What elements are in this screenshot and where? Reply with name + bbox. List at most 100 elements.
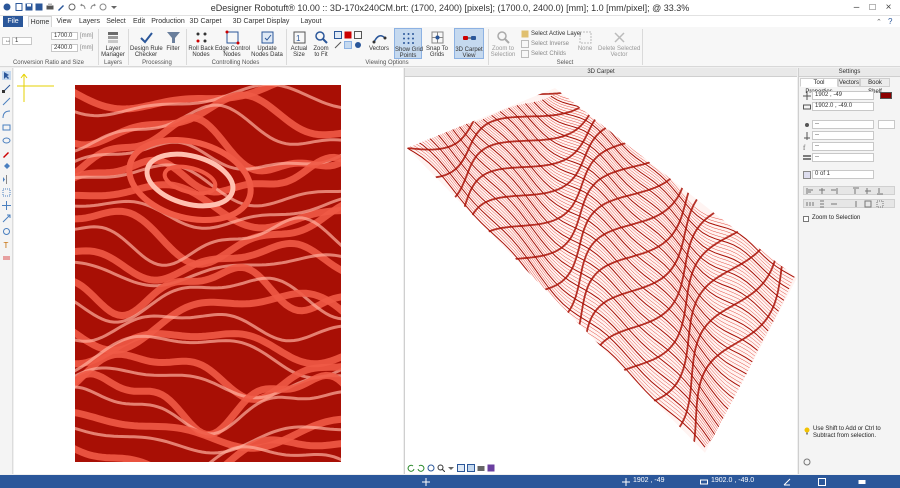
color-swatch[interactable] (880, 92, 892, 99)
3d-carpet-render[interactable] (405, 78, 798, 463)
zoom-to-selection-checkbox[interactable] (803, 216, 809, 222)
align-top-icon[interactable] (852, 187, 860, 195)
3d-carpet-view[interactable]: 3D Carpet (404, 68, 797, 474)
maximize-button[interactable]: □ (867, 2, 878, 13)
view-reset-icon[interactable] (467, 464, 475, 472)
transform-tool-icon[interactable] (2, 188, 11, 197)
tab-production[interactable]: Production (151, 16, 185, 27)
tab-layers[interactable]: Layers (77, 16, 102, 27)
curve-tool-icon[interactable] (2, 110, 11, 119)
rotate-left-icon[interactable] (407, 464, 415, 472)
position-mm-field[interactable]: 1902.0 , -49.0 (812, 102, 874, 111)
camera-icon[interactable] (477, 464, 485, 472)
rotate-tool-icon[interactable] (2, 227, 11, 236)
roll-back-nodes-button[interactable]: Roll Back Nodes (188, 28, 214, 59)
actual-size-button[interactable]: 1 Actual Size (288, 28, 310, 59)
ratio-icon-field[interactable]: ↔ (2, 37, 11, 45)
select-none-button[interactable]: None (575, 28, 595, 59)
property-field-4[interactable]: -- (812, 153, 874, 162)
zoom-icon[interactable] (437, 464, 446, 473)
pointer-status-icon (422, 478, 430, 488)
help-icon[interactable]: ? (888, 17, 892, 26)
ellipse-tool-icon[interactable] (2, 136, 11, 145)
snap-to-grids-button[interactable]: Snap To Grids (424, 28, 450, 59)
fill-tool-icon[interactable] (2, 162, 11, 171)
property-field-1[interactable]: -- (812, 120, 874, 129)
ungroup-icon[interactable] (876, 200, 884, 208)
align-middle-icon[interactable] (864, 187, 872, 195)
view-mode-4-icon[interactable] (334, 41, 342, 49)
vectors-button[interactable]: Vectors (367, 28, 391, 59)
edge-nodes-icon (225, 30, 239, 45)
align-bottom-icon[interactable] (876, 187, 884, 195)
eraser-tool-icon[interactable] (2, 253, 11, 262)
item-index-field[interactable]: 0 of 1 (812, 170, 874, 179)
mirror-tool-icon[interactable] (2, 175, 11, 184)
show-grid-points-button[interactable]: Show Grid Points (394, 28, 423, 59)
ratio-input[interactable]: 1 (12, 37, 32, 45)
group-icon[interactable] (864, 200, 872, 208)
refresh-view-icon[interactable] (427, 464, 435, 472)
distribute-h-icon[interactable] (806, 200, 814, 208)
tab-file[interactable]: File (3, 16, 23, 27)
tab-book-shelf[interactable]: Book Shelf (860, 78, 890, 95)
save-view-icon[interactable] (487, 464, 495, 472)
rotate-right-icon[interactable] (417, 464, 425, 472)
view-box-icon[interactable] (457, 464, 465, 472)
design-canvas[interactable] (14, 68, 403, 474)
zoom-to-fit-button[interactable]: Zoom to Fit (311, 28, 331, 59)
tab-home[interactable]: Home (28, 16, 52, 27)
delete-selected-vector-button[interactable]: Delete Selected Vector (598, 28, 640, 59)
tab-3d-carpet[interactable]: 3D Carpet (188, 16, 223, 27)
filter-button[interactable]: Filter (163, 28, 183, 59)
same-width-icon[interactable] (830, 200, 838, 208)
zoom-dropdown-icon[interactable] (447, 464, 455, 472)
edge-control-nodes-button[interactable]: Edge Control Nodes (215, 28, 250, 59)
align-left-icon[interactable] (806, 187, 814, 195)
position-pixels-field[interactable]: 1902 , -49 (812, 91, 874, 100)
tab-3d-carpet-display[interactable]: 3D Carpet Display Settings (226, 16, 296, 36)
scale-tool-icon[interactable] (2, 214, 11, 223)
tab-select[interactable]: Select (105, 16, 127, 27)
view-mode-2-icon[interactable] (344, 31, 352, 39)
distribute-v-icon[interactable] (818, 200, 826, 208)
property-field-2[interactable]: -- (812, 131, 874, 140)
settings-header: Settings (799, 68, 900, 77)
tab-layout[interactable]: Layout (299, 16, 323, 27)
rectangle-tool-icon[interactable] (2, 123, 11, 132)
zoom-to-selection-button[interactable]: Zoom to Selection (490, 28, 516, 59)
design-rule-checker-button[interactable]: Design Rule Checker (130, 28, 163, 59)
property-extra-field[interactable] (878, 120, 895, 129)
tab-vectors[interactable]: Vectors (838, 78, 860, 87)
select-inverse-item[interactable]: Select Inverse (531, 40, 569, 48)
minimize-button[interactable]: – (851, 2, 862, 13)
pointer-tool-icon[interactable] (2, 71, 11, 80)
move-tool-icon[interactable] (2, 201, 11, 210)
width-input[interactable]: 1700.0 (51, 32, 78, 40)
select-childs-item[interactable]: Select Childs (531, 50, 566, 58)
collapse-ribbon-icon[interactable]: ⌃ (876, 18, 882, 26)
line-tool-icon[interactable] (2, 97, 11, 106)
align-center-icon[interactable] (818, 187, 826, 195)
view-mode-5-icon[interactable] (344, 41, 352, 49)
view-mode-6-icon[interactable] (354, 41, 362, 49)
pen-tool-icon[interactable] (2, 149, 11, 158)
update-nodes-data-button[interactable]: Update Nodes Data (251, 28, 283, 59)
view-mode-1-icon[interactable] (334, 31, 342, 39)
tab-view[interactable]: View (55, 16, 73, 27)
node-tool-icon[interactable] (2, 84, 11, 93)
3d-carpet-view-button[interactable]: 3D Carpet View (454, 28, 484, 59)
tab-edit[interactable]: Edit (130, 16, 148, 27)
close-button[interactable]: × (883, 2, 894, 13)
align-right-icon[interactable] (830, 187, 838, 195)
settings-panel: Settings Tool Properties Vectors Book Sh… (798, 68, 900, 474)
carpet-design-image[interactable] (75, 85, 341, 462)
stroke-icon (803, 154, 811, 162)
text-tool-icon[interactable]: T (2, 240, 11, 250)
view-mode-3-icon[interactable] (354, 31, 362, 39)
height-input[interactable]: 2400.0 (51, 44, 78, 52)
property-field-3[interactable]: -- (812, 142, 874, 151)
same-height-icon[interactable] (852, 200, 860, 208)
tab-tool-properties[interactable]: Tool Properties (800, 78, 838, 95)
layer-manager-button[interactable]: Layer Manager (100, 28, 126, 59)
